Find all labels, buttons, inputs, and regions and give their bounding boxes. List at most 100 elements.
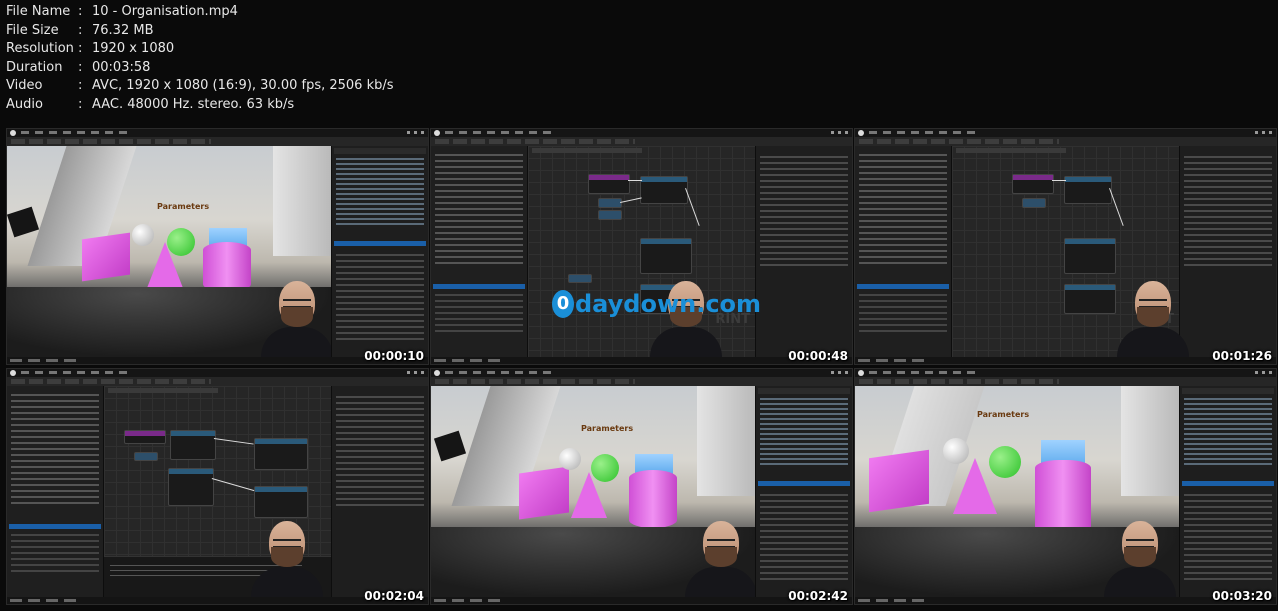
info-separator: : <box>78 78 83 93</box>
function-node <box>640 176 688 204</box>
thumbnail-timestamp: 00:03:20 <box>1212 589 1272 603</box>
info-row-resolution: Resolution:1920 x 1080 <box>6 40 394 59</box>
pink-cube-mesh <box>82 232 130 282</box>
info-value: 76.32 MB <box>92 22 154 38</box>
window-controls-icon <box>831 371 849 374</box>
info-row-file-size: File Size:76.32 MB <box>6 22 394 41</box>
editor-menubar <box>7 129 428 137</box>
unreal-logo-icon <box>10 130 16 136</box>
variable-node <box>134 452 158 461</box>
editor-menubar <box>431 129 852 137</box>
viewport-title-text: Parameters <box>977 410 1030 419</box>
function-node <box>1064 176 1112 204</box>
function-node <box>168 468 214 506</box>
details-panel <box>331 386 428 597</box>
thumbnail-timestamp: 00:02:04 <box>364 589 424 603</box>
thumbnail-timestamp: 00:00:48 <box>788 349 848 363</box>
pink-cube-mesh <box>869 449 929 513</box>
unreal-logo-icon <box>434 130 440 136</box>
thumbnail-1: Parameters 00:00:10 <box>6 128 429 365</box>
function-node <box>640 238 692 274</box>
watermark-logo-icon: 0 <box>552 290 574 318</box>
variable-node <box>598 198 622 208</box>
thumbnail-4: 00:02:04 <box>6 368 429 605</box>
info-key: File Size <box>6 22 59 38</box>
variable-node <box>568 274 592 283</box>
function-node <box>254 486 308 518</box>
info-separator: : <box>78 41 83 56</box>
unreal-logo-icon <box>858 370 864 376</box>
editor-menubar <box>855 369 1276 377</box>
file-info: File Name:10 - Organisation.mp4 File Siz… <box>6 3 394 114</box>
outliner-panel <box>755 386 852 597</box>
info-row-duration: Duration:00:03:58 <box>6 59 394 78</box>
info-key: Audio <box>6 96 43 112</box>
my-blueprint-panel <box>431 146 528 357</box>
window-controls-icon <box>1255 371 1273 374</box>
info-separator: : <box>78 59 83 75</box>
editor-menubar <box>7 369 428 377</box>
dark-cube-mesh <box>433 430 467 462</box>
my-blueprint-panel <box>7 386 104 597</box>
info-row-file-name: File Name:10 - Organisation.mp4 <box>6 3 394 22</box>
info-row-video: Video: AVC, 1920 x 1080 (16:9), 30.00 fps… <box>6 77 394 96</box>
pink-cone-mesh <box>147 242 183 288</box>
viewport-title-text: Parameters <box>581 424 634 433</box>
info-value: 00:03:58 <box>92 59 151 75</box>
dark-cube-mesh <box>7 206 40 238</box>
editor-menubar <box>431 369 852 377</box>
info-separator: : <box>78 22 83 38</box>
editor-menubar <box>855 129 1276 137</box>
info-value: 1920 x 1080 <box>92 41 175 56</box>
pink-cylinder-mesh <box>1035 460 1091 534</box>
function-node <box>170 430 216 460</box>
function-node <box>1064 238 1116 274</box>
info-key: Video <box>6 78 43 93</box>
construction-script-node <box>1012 174 1054 194</box>
info-row-audio: Audio: AAC. 48000 Hz. stereo. 63 kb/s <box>6 96 394 115</box>
window-controls-icon <box>831 131 849 134</box>
window-controls-icon <box>407 371 425 374</box>
info-value: 10 - Organisation.mp4 <box>92 4 238 19</box>
function-node <box>1064 284 1116 314</box>
thumbnail-timestamp: 00:01:26 <box>1212 349 1272 363</box>
outliner-panel <box>1179 386 1276 597</box>
details-panel <box>1179 146 1276 357</box>
info-key: File Name <box>6 4 71 19</box>
pink-cylinder-mesh <box>629 470 677 528</box>
construction-script-node <box>124 430 166 444</box>
info-key: Duration <box>6 59 63 75</box>
construction-script-node <box>588 174 630 194</box>
pink-cylinder-mesh <box>203 242 251 292</box>
outliner-panel <box>331 146 428 357</box>
presenter-webcam <box>1100 517 1180 597</box>
info-value: AAC. 48000 Hz. stereo. 63 kb/s <box>92 96 295 112</box>
thumbnail-5: Parameters 00:02:42 <box>430 368 853 605</box>
unreal-logo-icon <box>434 370 440 376</box>
thumbnail-2: RINT 00:00:48 <box>430 128 853 365</box>
presenter-webcam <box>247 517 327 597</box>
window-controls-icon <box>407 131 425 134</box>
info-value: AVC, 1920 x 1080 (16:9), 30.00 fps, 2506… <box>92 78 394 93</box>
details-panel <box>755 146 852 357</box>
variable-node <box>598 210 622 220</box>
pink-cone-mesh <box>571 472 607 518</box>
thumbnail-timestamp: 00:02:42 <box>788 589 848 603</box>
presenter-webcam <box>681 517 761 597</box>
thumbnail-6: Parameters 00:03:20 <box>854 368 1277 605</box>
variable-node <box>1022 198 1046 208</box>
info-separator: : <box>78 4 83 19</box>
watermark-text: daydown.com <box>575 290 762 318</box>
presenter-webcam <box>1113 277 1193 357</box>
white-sphere-mesh <box>559 448 581 470</box>
viewport-title-text: Parameters <box>157 202 210 211</box>
function-node <box>254 438 308 470</box>
pink-cube-mesh <box>519 466 569 520</box>
window-controls-icon <box>1255 131 1273 134</box>
unreal-logo-icon <box>858 130 864 136</box>
pink-cone-mesh <box>953 458 997 514</box>
unreal-logo-icon <box>10 370 16 376</box>
thumbnail-timestamp: 00:00:10 <box>364 349 424 363</box>
thumbnail-3: RINT 00:01:26 <box>854 128 1277 365</box>
info-separator: : <box>78 96 83 112</box>
